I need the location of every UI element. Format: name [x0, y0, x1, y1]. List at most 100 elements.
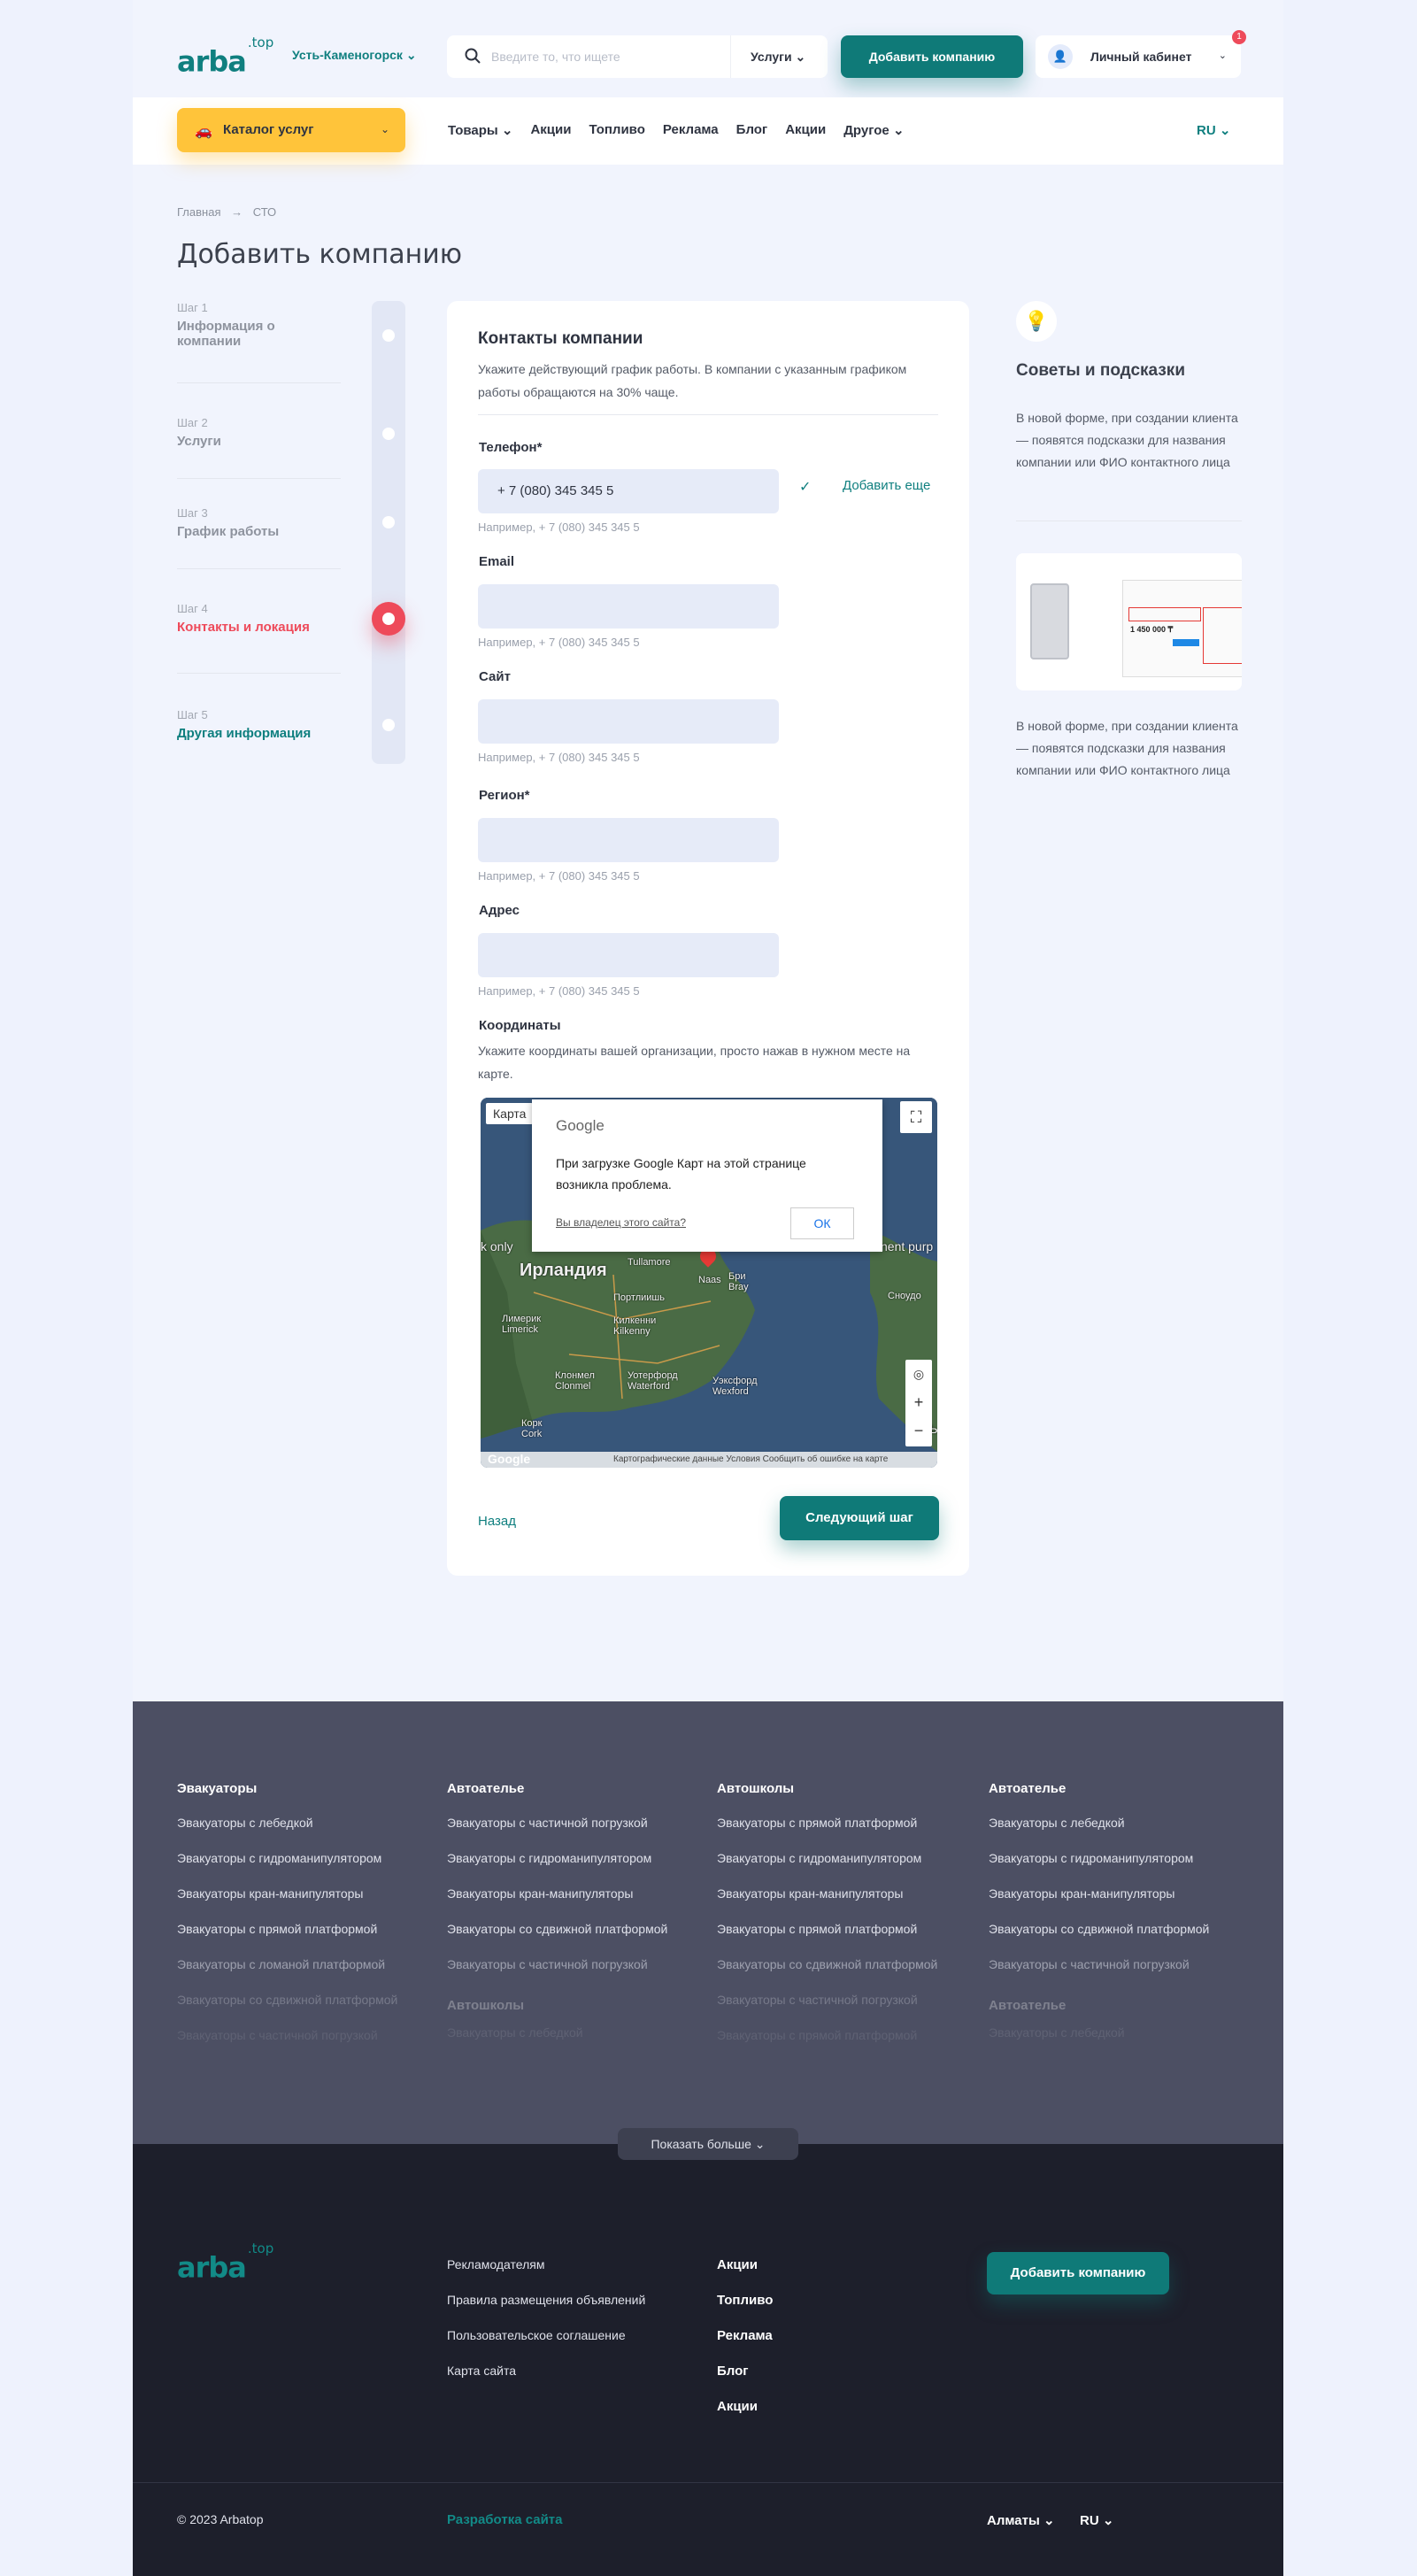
footer-link[interactable]: Эвакуаторы со сдвижной платформой	[717, 1957, 974, 1993]
footer-link[interactable]: Эвакуаторы со сдвижной платформой	[177, 1993, 434, 2028]
footer-menu-item[interactable]: Топливо	[717, 2293, 773, 2328]
footer-link[interactable]: Эвакуаторы с лебедкой	[989, 2025, 1245, 2061]
search-category-select[interactable]: Услуги ⌄	[730, 35, 828, 78]
footer-link[interactable]: Эвакуаторы кран-манипуляторы	[447, 1886, 704, 1922]
footer-link[interactable]: Эвакуаторы с частичной погрузкой	[447, 1816, 704, 1851]
footer-link[interactable]: Эвакуаторы с гидроманипулятором	[447, 1851, 704, 1886]
form-description: Укажите действующий график работы. В ком…	[478, 362, 907, 399]
step-5[interactable]: Шаг 5 Другая информация	[177, 708, 341, 741]
footer-logo[interactable]: arba.top	[177, 2241, 273, 2282]
footer-menu-item[interactable]: Акции	[717, 2257, 773, 2293]
footer-add-company-button[interactable]: Добавить компанию	[987, 2252, 1169, 2294]
owner-link[interactable]: Вы владелец этого сайта?	[556, 1216, 686, 1229]
map-zoom-controls: ◎ + −	[905, 1360, 932, 1446]
footer-link-sitemap[interactable]: Карта сайта	[447, 2364, 645, 2399]
footer-link[interactable]: Эвакуаторы кран-манипуляторы	[989, 1886, 1245, 1922]
footer-link[interactable]: Эвакуаторы с прямой платформой	[717, 2028, 974, 2063]
footer-language-selector[interactable]: RU ⌄	[1080, 2512, 1113, 2528]
menu-item-other[interactable]: Другое ⌄	[843, 122, 904, 138]
step-4[interactable]: Шаг 4 Контакты и локация	[177, 602, 341, 635]
breadcrumb-home[interactable]: Главная	[177, 205, 220, 219]
breadcrumb: Главная → СТО	[177, 205, 276, 219]
footer-link[interactable]: Эвакуаторы со сдвижной платформой	[989, 1922, 1245, 1957]
chevron-down-icon: ⌄	[380, 123, 389, 135]
step-1[interactable]: Шаг 1 Информация о компании	[177, 301, 341, 349]
user-icon: 👤	[1048, 44, 1073, 69]
footer-link[interactable]: Эвакуаторы кран-манипуляторы	[717, 1886, 974, 1922]
menu-item-promo[interactable]: Акции	[530, 122, 571, 138]
chevron-down-icon: ⌄	[754, 2137, 766, 2151]
dev-link[interactable]: Разработка сайта	[447, 2512, 563, 2527]
locate-icon[interactable]: ◎	[905, 1360, 932, 1388]
footer-link[interactable]: Эвакуаторы с лебедкой	[447, 2025, 704, 2061]
footer-menu-item[interactable]: Реклама	[717, 2328, 773, 2364]
map-label: Клонмел Clonmel	[555, 1370, 595, 1392]
step-dot[interactable]	[382, 329, 395, 342]
footer-link[interactable]: Эвакуаторы с лебедкой	[989, 1816, 1245, 1851]
step-dot[interactable]	[382, 428, 395, 440]
step-dot[interactable]	[382, 516, 395, 528]
footer-link[interactable]: Эвакуаторы кран-манипуляторы	[177, 1886, 434, 1922]
phone-input[interactable]: + 7 (080) 345 345 5	[478, 469, 779, 513]
catalog-label: Каталог услуг	[223, 122, 314, 137]
footer-link[interactable]: Эвакуаторы с гидроманипулятором	[717, 1851, 974, 1886]
catalog-button[interactable]: 🚗 Каталог услуг ⌄	[177, 108, 405, 152]
site-label: Сайт	[479, 669, 511, 684]
show-more-button[interactable]: Показать больше ⌄	[618, 2128, 798, 2160]
footer-menu-item[interactable]: Блог	[717, 2364, 773, 2399]
footer-link[interactable]: Эвакуаторы с прямой платформой	[717, 1922, 974, 1957]
language-selector[interactable]: RU ⌄	[1197, 122, 1230, 138]
menu-item-blog[interactable]: Блог	[736, 122, 768, 138]
form-title: Контакты компании	[478, 329, 643, 348]
footer-link-rules[interactable]: Правила размещения объявлений	[447, 2293, 645, 2328]
email-input[interactable]	[478, 584, 779, 629]
map-type-button[interactable]: Карта	[486, 1103, 534, 1124]
zoom-in-icon[interactable]: +	[905, 1388, 932, 1416]
fullscreen-icon[interactable]: ⛶	[900, 1101, 932, 1133]
menu-item-ads[interactable]: Реклама	[663, 122, 719, 138]
next-step-button[interactable]: Следующий шаг	[780, 1496, 939, 1540]
notification-badge: 1	[1232, 30, 1246, 44]
footer-link[interactable]: Эвакуаторы с ломаной платформой	[177, 1957, 434, 1993]
add-company-button[interactable]: Добавить компанию	[841, 35, 1023, 78]
step-dot-active[interactable]	[372, 602, 405, 636]
cabinet-button[interactable]: 👤 Личный кабинет ⌄ 1	[1036, 30, 1246, 78]
step-label: Контакты и локация	[177, 620, 310, 635]
footer-link[interactable]: Эвакуаторы с частичной погрузкой	[177, 2028, 434, 2063]
map[interactable]: Ирландия Лимерик Limerick Tullamore Порт…	[481, 1098, 937, 1468]
zoom-out-icon[interactable]: −	[905, 1416, 932, 1445]
footer-link[interactable]: Эвакуаторы с прямой платформой	[717, 1816, 974, 1851]
step-dot[interactable]	[382, 719, 395, 731]
city-selector[interactable]: Усть-Каменогорск ⌄	[292, 48, 417, 63]
ok-button[interactable]: ОК	[790, 1207, 854, 1239]
footer-menu-item[interactable]: Акции	[717, 2399, 773, 2434]
footer-column-title: Автоателье	[989, 1781, 1067, 1796]
footer-link-agreement[interactable]: Пользовательское соглашение	[447, 2328, 645, 2364]
footer-link[interactable]: Эвакуаторы с лебедкой	[177, 1816, 434, 1851]
footer-link[interactable]: Эвакуаторы с частичной погрузкой	[717, 1993, 974, 2028]
menu-item-goods[interactable]: Товары ⌄	[448, 122, 512, 138]
address-input[interactable]	[478, 933, 779, 977]
footer-link-advertisers[interactable]: Рекламодателям	[447, 2257, 645, 2293]
footer-link[interactable]: Эвакуаторы с прямой платформой	[177, 1922, 434, 1957]
step-2[interactable]: Шаг 2 Услуги	[177, 416, 341, 449]
phone-label: Телефон*	[479, 440, 543, 455]
footer-city-selector[interactable]: Алматы ⌄	[987, 2512, 1055, 2528]
search-input[interactable]: Введите то, что ищете	[491, 50, 620, 64]
map-attribution[interactable]: Картографические данные Условия Сообщить…	[481, 1452, 937, 1468]
logo[interactable]: arba.top	[177, 35, 273, 76]
footer-link[interactable]: Эвакуаторы с гидроманипулятором	[177, 1851, 434, 1886]
back-link[interactable]: Назад	[478, 1514, 516, 1529]
menu-item-fuel[interactable]: Топливо	[589, 122, 644, 138]
step-number: Шаг 1	[177, 301, 208, 314]
footer-link[interactable]: Эвакуаторы со сдвижной платформой	[447, 1922, 704, 1957]
footer-link[interactable]: Эвакуаторы с гидроманипулятором	[989, 1851, 1245, 1886]
site-input[interactable]	[478, 699, 779, 744]
menu-item-promo-2[interactable]: Акции	[785, 122, 826, 138]
step-3[interactable]: Шаг 3 График работы	[177, 506, 341, 539]
breadcrumb-current: СТО	[252, 205, 277, 219]
footer-link[interactable]: Эвакуаторы с частичной погрузкой	[447, 1957, 704, 1993]
region-input[interactable]	[478, 818, 779, 862]
add-more-link[interactable]: Добавить еще	[843, 478, 930, 493]
footer-link[interactable]: Эвакуаторы с частичной погрузкой	[989, 1957, 1245, 1993]
